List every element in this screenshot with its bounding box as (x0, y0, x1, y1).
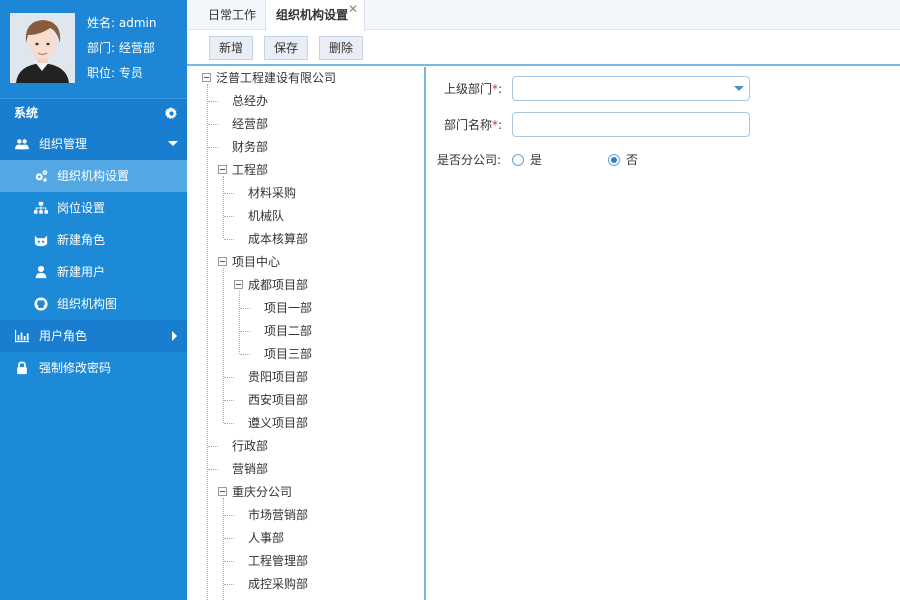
branch-yes-option[interactable]: 是 (512, 148, 572, 172)
close-icon[interactable]: ✕ (348, 0, 358, 24)
tree-node[interactable]: 项目中心 (232, 252, 280, 272)
tree-node[interactable]: 遵义项目部 (248, 413, 308, 433)
sidebar-item-label: 强制修改密码 (39, 361, 112, 375)
sidebar-item-org-settings[interactable]: 组织机构设置 (0, 160, 187, 192)
user-profile: 姓名: admin 部门: 经营部 职位: 专员 (0, 0, 187, 98)
department-name-label: 部门名称*: (444, 118, 503, 132)
sidebar-item-user-roles[interactable]: 用户角色 (0, 320, 187, 352)
profile-name: 姓名: admin (87, 16, 157, 30)
tree-node[interactable]: 工程部 (232, 160, 268, 180)
save-button[interactable]: 保存 (264, 36, 308, 60)
tree-node[interactable]: 市场营销部 (248, 505, 308, 525)
tab-label: 组织机构设置 (276, 8, 349, 22)
branch-no-option[interactable]: 否 (608, 148, 668, 172)
sitemap-icon (34, 201, 48, 214)
tree-node[interactable]: 成控采购部 (248, 574, 308, 594)
is-branch-label: 是否分公司: (437, 153, 502, 167)
system-section-title: 系统 (14, 106, 39, 120)
sidebar-item-label: 组织管理 (39, 137, 88, 151)
users-icon (15, 139, 29, 150)
collapse-toggle-icon[interactable] (218, 165, 227, 174)
sidebar-item-label: 新建用户 (57, 265, 106, 279)
tree-node[interactable]: 项目一部 (264, 298, 312, 318)
avatar (10, 13, 75, 83)
sidebar-item-org-chart[interactable]: 组织机构图 (0, 288, 187, 320)
tab-label: 日常工作 (208, 8, 257, 22)
tree-node[interactable]: 重庆分公司 (232, 482, 292, 502)
sidebar-item-new-user[interactable]: 新建用户 (0, 256, 187, 288)
chevron-down-icon[interactable] (734, 86, 744, 91)
tree-node[interactable]: 项目二部 (264, 321, 312, 341)
tree-node[interactable]: 人事部 (248, 528, 284, 548)
tab-daily-work[interactable]: 日常工作 (197, 0, 267, 30)
sidebar: 姓名: admin 部门: 经营部 职位: 专员 系统 组织管理 组织机构设置 (0, 0, 187, 600)
sidebar-item-new-role[interactable]: 新建角色 (0, 224, 187, 256)
tree-node[interactable]: 成本核算部 (248, 229, 308, 249)
tree-node[interactable]: 经营部 (232, 114, 268, 134)
bar-chart-icon (15, 329, 29, 343)
department-form: 上级部门*: 部门名称*: 是否分公司: 是 否 (428, 67, 900, 600)
parent-department-select[interactable] (512, 76, 750, 101)
radio-yes[interactable] (512, 154, 524, 166)
role-icon (34, 235, 48, 247)
tree-node[interactable]: 营销部 (232, 459, 268, 479)
collapse-toggle-icon[interactable] (202, 73, 211, 82)
sidebar-item-label: 组织机构图 (57, 297, 118, 311)
parent-department-label: 上级部门*: (444, 82, 503, 96)
collapse-toggle-icon[interactable] (234, 280, 243, 289)
tree-node[interactable]: 机械队 (248, 206, 284, 226)
system-section-header[interactable]: 系统 (0, 98, 187, 128)
lock-icon (17, 361, 27, 375)
tree-node[interactable]: 西安项目部 (248, 390, 308, 410)
sidebar-item-force-password[interactable]: 强制修改密码 (0, 352, 187, 384)
gears-icon (35, 170, 48, 182)
sidebar-item-label: 岗位设置 (57, 201, 106, 215)
delete-button[interactable]: 删除 (319, 36, 363, 60)
collapse-toggle-icon[interactable] (218, 257, 227, 266)
profile-department: 部门: 经营部 (87, 41, 155, 55)
sidebar-item-label: 新建角色 (57, 233, 106, 247)
tree-node[interactable]: 财务部 (232, 137, 268, 157)
tab-org-settings[interactable]: 组织机构设置 ✕ (265, 0, 365, 31)
sidebar-item-label: 组织机构设置 (57, 169, 130, 183)
chevron-right-icon (172, 331, 177, 341)
collapse-toggle-icon[interactable] (218, 487, 227, 496)
tree-node[interactable]: 贵阳项目部 (248, 367, 308, 387)
add-button[interactable]: 新增 (209, 36, 253, 60)
profile-position: 职位: 专员 (87, 66, 143, 80)
tree-node[interactable]: 成都项目部 (248, 275, 308, 295)
toolbar: 新增 保存 删除 (187, 31, 900, 66)
user-icon (35, 265, 47, 279)
department-name-input[interactable] (512, 112, 750, 137)
sidebar-item-positions[interactable]: 岗位设置 (0, 192, 187, 224)
org-tree[interactable]: 泛普工程建设有限公司 总经办 经营部 财务部 工程部 材料采购 机械队 成本核算… (187, 67, 426, 600)
github-icon (34, 297, 48, 311)
sidebar-item-label: 用户角色 (39, 329, 88, 343)
tab-bar: 日常工作 组织机构设置 ✕ (187, 0, 900, 31)
tree-node[interactable]: 行政部 (232, 436, 268, 456)
tree-node-root[interactable]: 泛普工程建设有限公司 (216, 68, 336, 88)
chevron-down-icon (168, 141, 178, 146)
tree-node[interactable]: 项目三部 (264, 344, 312, 364)
tree-node[interactable]: 材料采购 (248, 183, 296, 203)
radio-no[interactable] (608, 154, 620, 166)
gear-icon[interactable] (165, 107, 178, 120)
sidebar-item-org-management[interactable]: 组织管理 (0, 128, 187, 160)
tree-node[interactable]: 总经办 (232, 91, 268, 111)
tree-node[interactable]: 工程管理部 (248, 551, 308, 571)
